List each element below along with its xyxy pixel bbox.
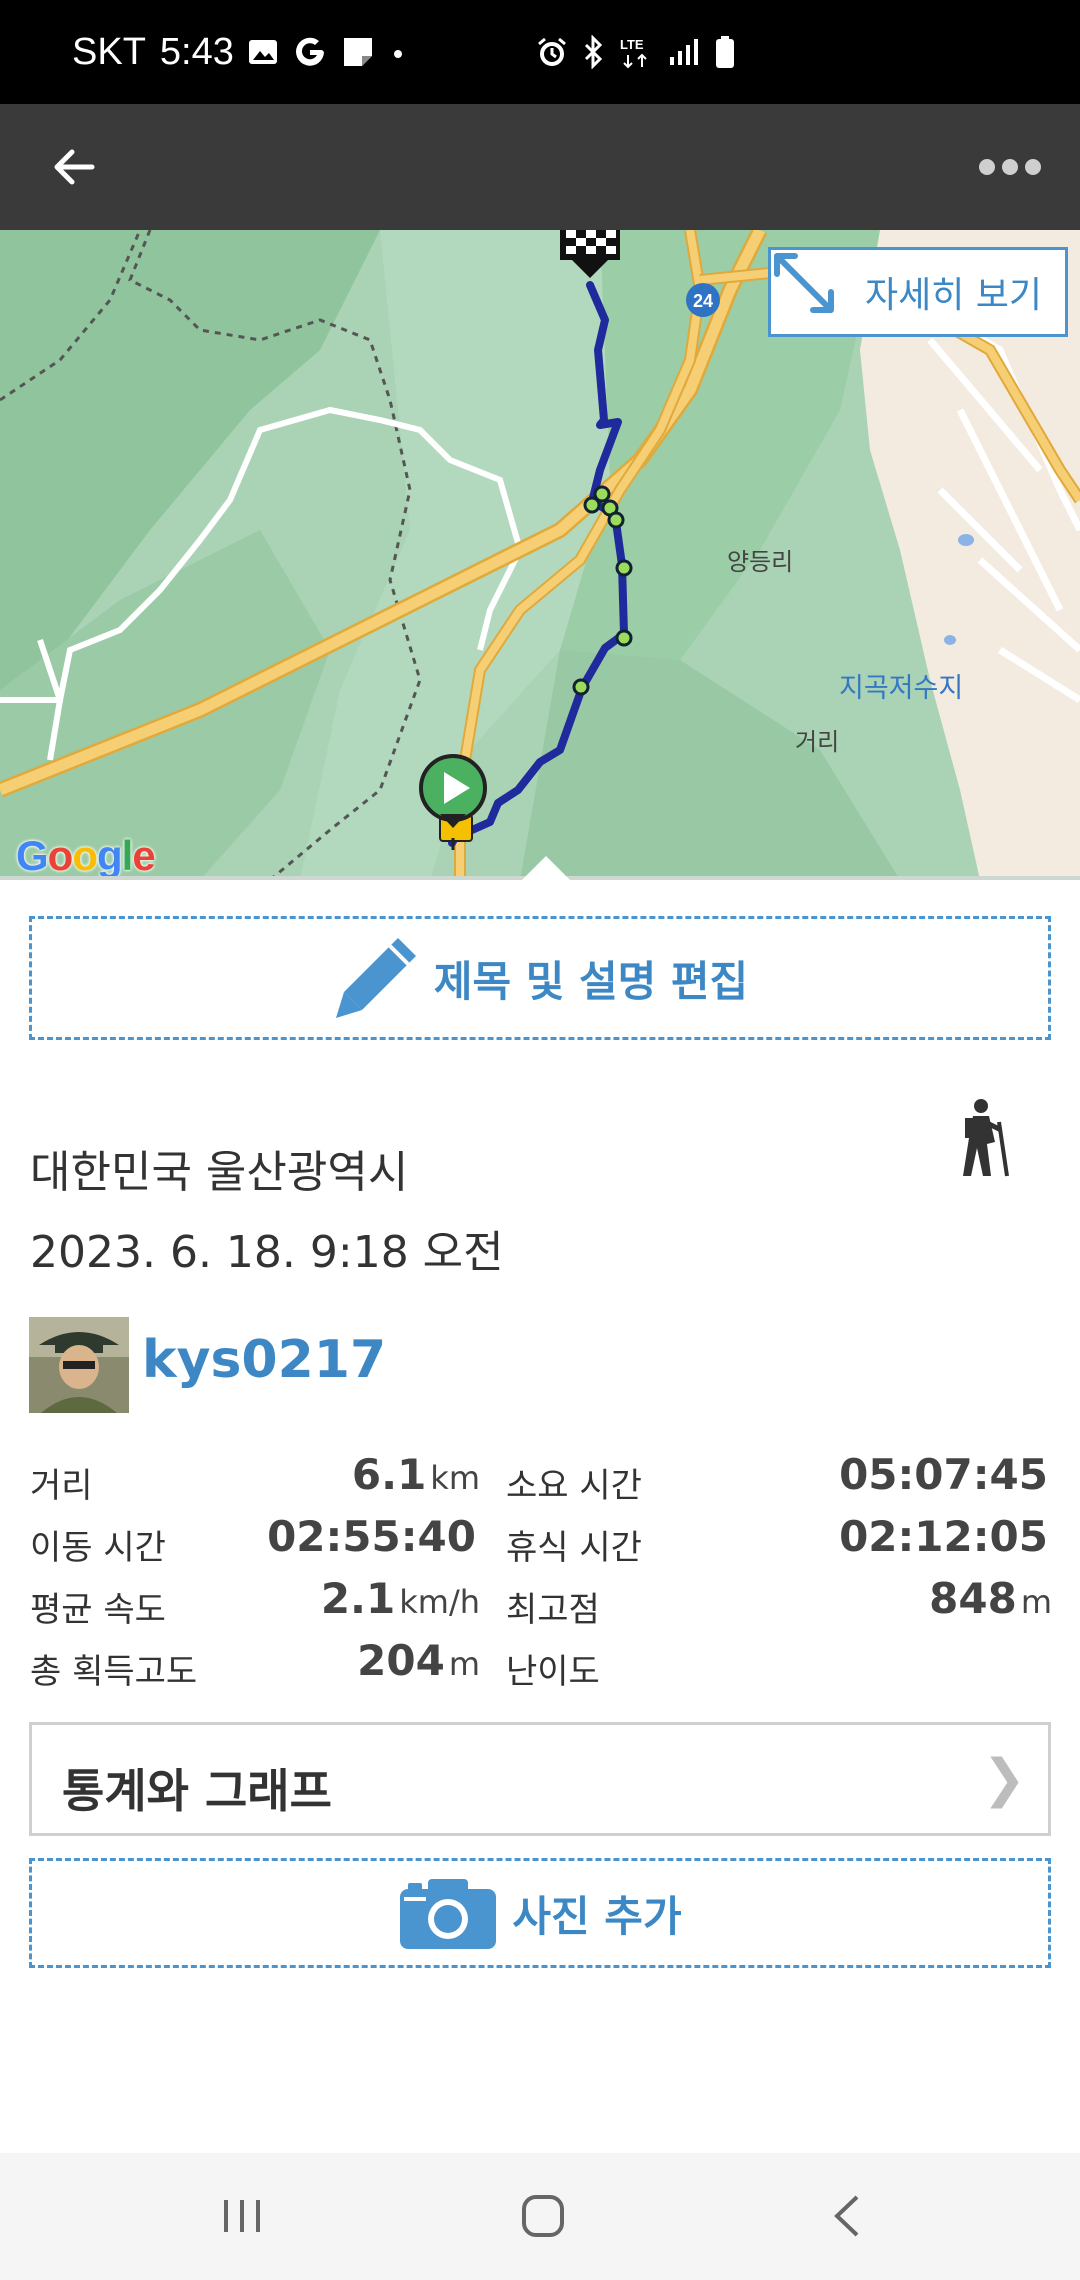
pencil-icon	[335, 938, 416, 1018]
camera-icon	[400, 1879, 497, 1949]
svg-text:LTE: LTE	[620, 37, 644, 52]
stats-table: 거리 6.1 km 소요 시간 05:07:45 이동 시간 02:55:40 휴…	[30, 1450, 1052, 1698]
view-details-label: 자세히 보기	[865, 275, 1043, 316]
map-reservoir-label: 지곡저수지	[839, 673, 964, 704]
home-button[interactable]	[498, 2181, 588, 2251]
activity-datetime: 2023. 6. 18. 9:18 오전	[30, 1227, 504, 1278]
waypoint-marker[interactable]	[615, 629, 633, 647]
note-icon	[342, 36, 374, 68]
edit-title-description-button[interactable]: 제목 및 설명 편집	[29, 916, 1051, 1040]
stats-and-graph-button[interactable]: 통계와 그래프 ❯	[29, 1722, 1051, 1836]
status-bar: SKT 5:43 LTE	[0, 0, 1080, 104]
lte-icon: LTE	[620, 35, 654, 69]
water-body	[958, 534, 974, 546]
stat-value: 848 m	[929, 1574, 1052, 1623]
waypoint-marker[interactable]	[572, 678, 590, 696]
stat-value: 05:07:45	[839, 1450, 1048, 1499]
chevron-right-icon: ❯	[982, 1749, 1026, 1809]
stat-label: 총 획득고도	[30, 1652, 198, 1692]
bluetooth-icon	[582, 35, 606, 69]
status-right: LTE	[536, 0, 736, 104]
battery-icon	[714, 35, 736, 69]
stat-value	[1048, 1636, 1052, 1685]
stat-label: 휴식 시간	[506, 1528, 642, 1568]
stat-value: 6.1 km	[351, 1450, 480, 1499]
google-logo: Google	[16, 832, 156, 879]
map-pointer	[522, 856, 570, 880]
system-nav-bar	[0, 2153, 1080, 2280]
recent-apps-button[interactable]	[197, 2181, 287, 2251]
stat-value: 02:55:40	[267, 1512, 476, 1561]
waypoint-marker[interactable]	[593, 485, 611, 503]
stat-label: 난이도	[506, 1652, 600, 1692]
username-link[interactable]: kys0217	[142, 1330, 386, 1390]
arrow-left-icon	[54, 149, 95, 185]
stat-value: 2.1 km/h	[320, 1574, 480, 1623]
stats-and-graph-label: 통계와 그래프	[62, 1764, 332, 1818]
more-dot-icon	[1002, 159, 1018, 175]
status-left: SKT 5:43	[72, 0, 408, 104]
view-details-button[interactable]: 자세히 보기	[768, 247, 1068, 337]
clock-label: 5:43	[159, 30, 234, 73]
add-photo-label: 사진 추가	[512, 1891, 682, 1941]
waypoint-marker[interactable]	[607, 511, 625, 529]
stat-row: 평균 속도 2.1 km/h 최고점 848 m	[30, 1574, 1052, 1636]
stat-label: 최고점	[506, 1590, 600, 1630]
map-place-label: 양등리	[727, 548, 794, 576]
water-body	[944, 635, 956, 645]
map-place-label: 거리	[795, 728, 840, 756]
system-back-button[interactable]	[802, 2181, 892, 2251]
edit-button-label: 제목 및 설명 편집	[433, 956, 749, 1006]
google-icon	[292, 34, 328, 70]
dot-icon	[388, 42, 408, 62]
user-avatar[interactable]	[29, 1317, 129, 1413]
recent-apps-icon	[224, 2200, 260, 2232]
add-photo-button[interactable]: 사진 추가	[29, 1858, 1051, 1968]
alarm-icon	[536, 36, 568, 68]
stat-label: 거리	[30, 1466, 93, 1506]
expand-icon	[774, 252, 859, 332]
chevron-left-icon	[834, 2195, 859, 2237]
route-map[interactable]: 24 양등리 지곡저수지 거리 Google 자세히 보기	[0, 230, 1080, 880]
stat-row: 총 획득고도 204 m 난이도	[30, 1636, 1052, 1698]
signal-icon	[668, 37, 700, 67]
app-bar	[0, 104, 1080, 230]
gallery-icon	[248, 38, 278, 66]
stat-row: 거리 6.1 km 소요 시간 05:07:45	[30, 1450, 1052, 1512]
home-icon	[522, 2195, 564, 2237]
road-number: 24	[693, 291, 713, 311]
more-dot-icon	[1025, 159, 1041, 175]
hiking-icon	[955, 1098, 1025, 1178]
stat-row: 이동 시간 02:55:40 휴식 시간 02:12:05	[30, 1512, 1052, 1574]
more-options-button[interactable]	[960, 129, 1060, 205]
stat-label: 평균 속도	[30, 1590, 166, 1630]
stat-label: 이동 시간	[30, 1528, 166, 1568]
stat-value: 02:12:05	[839, 1512, 1048, 1561]
waypoint-marker[interactable]	[615, 559, 633, 577]
stat-label: 소요 시간	[506, 1466, 642, 1506]
back-button[interactable]	[34, 129, 114, 205]
carrier-label: SKT	[72, 30, 146, 73]
activity-location: 대한민국 울산광역시	[30, 1147, 409, 1198]
more-dot-icon	[979, 159, 995, 175]
stat-value: 204 m	[357, 1636, 480, 1685]
